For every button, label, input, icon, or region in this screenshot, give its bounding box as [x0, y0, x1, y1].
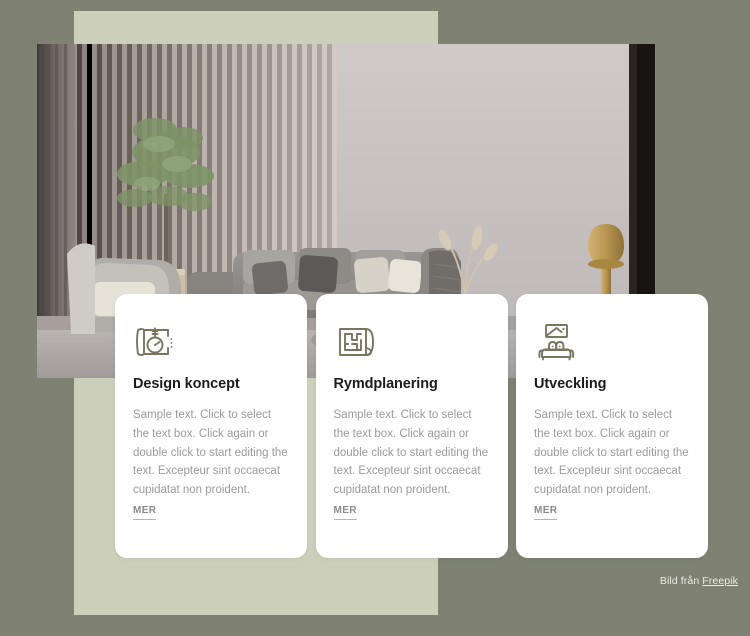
read-more-link[interactable]: MER: [133, 505, 157, 520]
card-description: Sample text. Click to select the text bo…: [333, 409, 489, 496]
card-title: Utveckling: [534, 376, 607, 392]
blueprint-compass-icon: [133, 320, 177, 364]
feature-card[interactable]: Rymdplanering Sample text. Click to sele…: [315, 294, 508, 558]
page-background: Design koncept Sample text. Click to sel…: [0, 0, 750, 636]
read-more-link[interactable]: MER: [333, 505, 357, 520]
freepik-link[interactable]: Freepik: [702, 575, 738, 587]
card-description: Sample text. Click to select the text bo…: [133, 409, 288, 496]
floor-plan-icon: [334, 320, 378, 364]
image-attribution: Bild från Freepik: [660, 575, 738, 587]
card-description: Sample text. Click to select the text bo…: [534, 409, 689, 496]
card-title: Design koncept: [133, 376, 240, 392]
attribution-prefix: Bild från: [659, 575, 703, 587]
feature-cards-row: Design koncept Sample text. Click to sel…: [115, 294, 708, 558]
feature-card[interactable]: Utveckling Sample text. Click to select …: [516, 294, 708, 558]
card-title: Rymdplanering: [333, 376, 438, 392]
feature-card[interactable]: Design koncept Sample text. Click to sel…: [115, 294, 307, 558]
read-more-link[interactable]: MER: [534, 505, 558, 520]
sofa-picture-frame-icon: [534, 320, 578, 364]
